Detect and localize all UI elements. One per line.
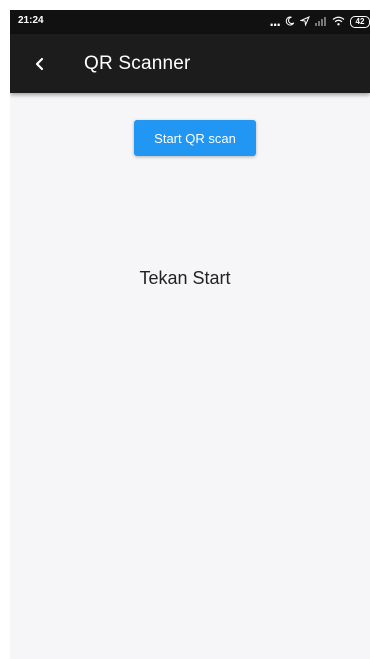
main-content: Start QR scan (10, 93, 370, 659)
moon-icon (285, 15, 295, 29)
screen: 21:24 ... 42 QR Scanner Start QR scan (10, 10, 370, 659)
status-time: 21:24 (18, 15, 44, 26)
back-button[interactable] (12, 36, 68, 92)
chevron-left-icon (35, 57, 44, 70)
signal-icon (315, 15, 327, 29)
page-title: QR Scanner (84, 52, 191, 74)
status-icons: ... 42 (269, 13, 370, 31)
location-icon (299, 15, 310, 29)
notification-dots-icon: ... (269, 15, 281, 29)
start-qr-scan-button[interactable]: Start QR scan (134, 120, 256, 156)
app-bar: QR Scanner (10, 34, 370, 93)
scan-result-text: Tekan Start (139, 268, 231, 288)
battery-icon: 42 (350, 16, 370, 28)
wifi-icon (332, 15, 345, 29)
status-bar: 21:24 ... 42 (10, 10, 370, 34)
